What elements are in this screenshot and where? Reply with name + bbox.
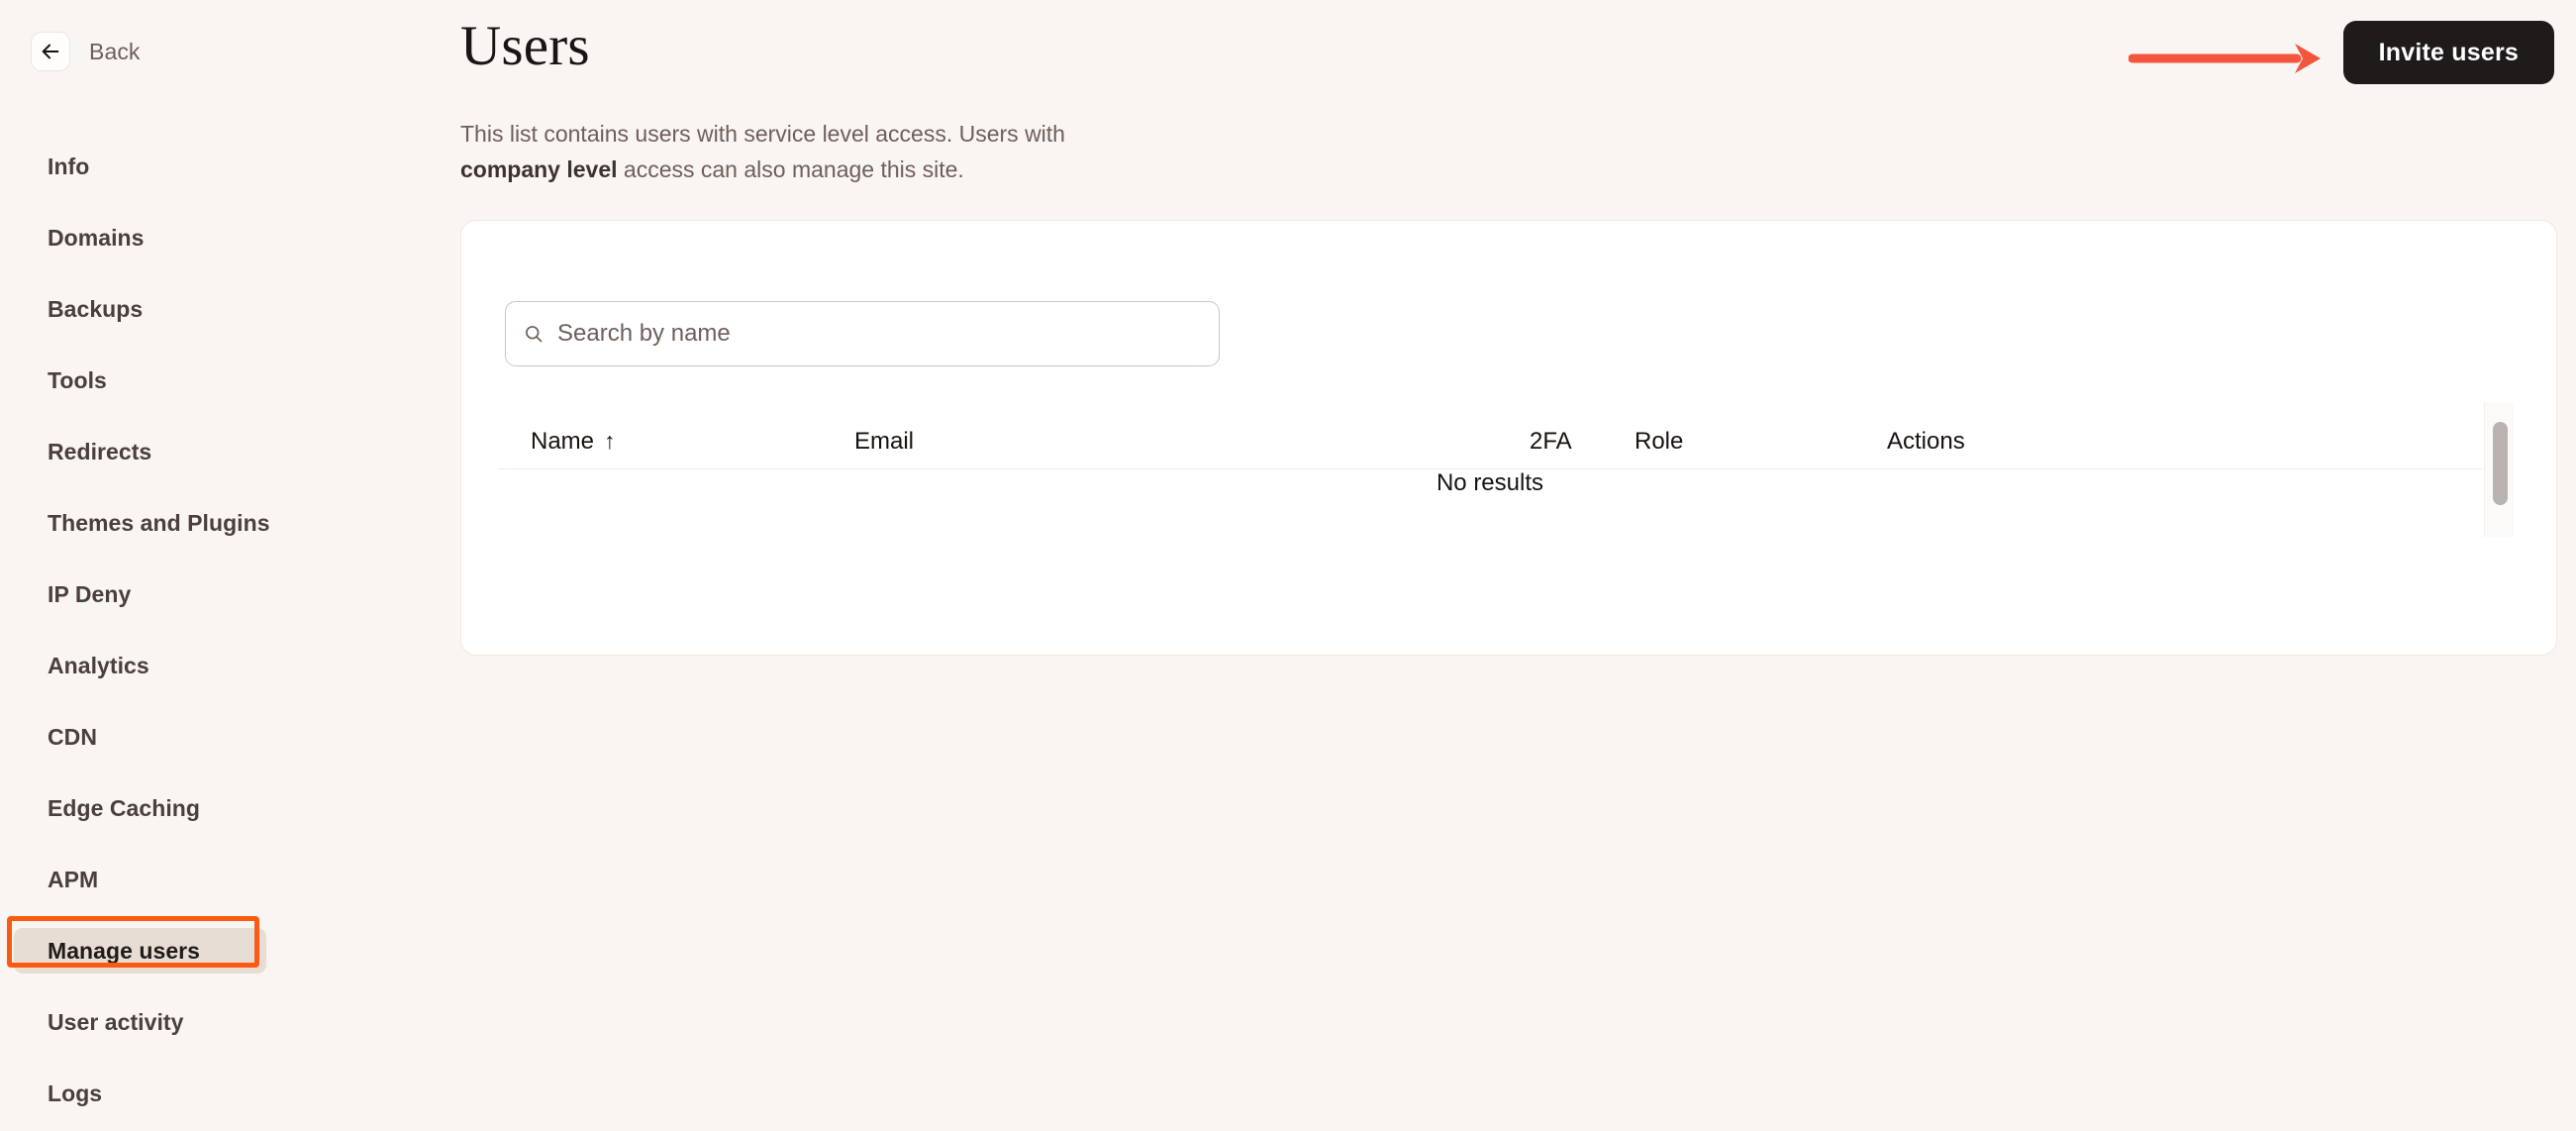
- sidebar-item-label: Themes and Plugins: [48, 509, 270, 536]
- column-header-role[interactable]: Role: [1635, 428, 1683, 456]
- sidebar-item-label: Info: [48, 153, 90, 179]
- page-description: This list contains users with service le…: [460, 116, 1143, 187]
- sidebar-item-domains[interactable]: Domains: [0, 215, 460, 260]
- sidebar-item-label: Analytics: [48, 652, 149, 678]
- sidebar-item-tools[interactable]: Tools: [0, 358, 460, 403]
- sidebar-item-analytics[interactable]: Analytics: [0, 643, 460, 688]
- column-header-2fa[interactable]: 2FA: [1530, 428, 1572, 456]
- table-scrollbar[interactable]: [2484, 402, 2514, 537]
- column-header-label: Name: [531, 428, 595, 455]
- sidebar-item-user-activity[interactable]: User activity: [0, 999, 460, 1045]
- sidebar-item-cdn[interactable]: CDN: [0, 714, 460, 760]
- arrow-left-icon: [40, 41, 61, 62]
- sidebar-item-label: Logs: [48, 1080, 103, 1106]
- sidebar-item-themes-and-plugins[interactable]: Themes and Plugins: [0, 500, 460, 546]
- annotation-arrow-icon: [2129, 44, 2321, 73]
- sidebar-item-label: IP Deny: [48, 580, 132, 607]
- users-card: Name ↑ Email 2FA Role Actions No results: [460, 220, 2557, 656]
- column-header-label: 2FA: [1530, 428, 1572, 455]
- page-description-part1: This list contains users with service le…: [460, 121, 1065, 147]
- search-field[interactable]: [505, 301, 1220, 366]
- sidebar-item-label: APM: [48, 866, 99, 892]
- sidebar-item-manage-users[interactable]: Manage users: [14, 928, 266, 974]
- sidebar-item-label: User activity: [48, 1008, 184, 1035]
- sidebar-item-edge-caching[interactable]: Edge Caching: [0, 785, 460, 831]
- sidebar-item-backups[interactable]: Backups: [0, 286, 460, 332]
- sidebar-item-label: Backups: [48, 295, 144, 322]
- table-scrollbar-thumb[interactable]: [2493, 422, 2508, 505]
- page-title: Users: [460, 15, 590, 77]
- sidebar: Back Info Domains Backups Tools Redirect…: [0, 0, 460, 1131]
- users-table: Name ↑ Email 2FA Role Actions: [498, 402, 2482, 469]
- sidebar-item-logs[interactable]: Logs: [0, 1071, 460, 1116]
- back-navigation[interactable]: Back: [31, 32, 141, 71]
- sidebar-item-info[interactable]: Info: [0, 144, 460, 189]
- sidebar-item-ip-deny[interactable]: IP Deny: [0, 571, 460, 617]
- sidebar-item-label: Domains: [48, 224, 145, 251]
- sidebar-item-label: Redirects: [48, 438, 152, 464]
- page-description-part2: access can also manage this site.: [617, 156, 964, 182]
- column-header-label: Actions: [1887, 428, 1965, 455]
- column-header-label: Email: [854, 428, 915, 455]
- table-header-row: Name ↑ Email 2FA Role Actions: [498, 402, 2482, 469]
- back-button[interactable]: [31, 32, 70, 71]
- sidebar-item-label: Manage users: [48, 937, 200, 964]
- sidebar-item-label: CDN: [48, 723, 97, 750]
- column-header-name[interactable]: Name ↑: [531, 428, 616, 456]
- page-description-emphasis: company level: [460, 156, 618, 182]
- arrow-up-icon: ↑: [604, 428, 616, 454]
- empty-state-message: No results: [1436, 469, 1544, 496]
- search-icon: [524, 324, 544, 344]
- column-header-email[interactable]: Email: [854, 428, 914, 456]
- back-label[interactable]: Back: [89, 39, 141, 65]
- column-header-actions: Actions: [1887, 428, 1965, 456]
- sidebar-item-label: Tools: [48, 366, 107, 393]
- sidebar-item-apm[interactable]: APM: [0, 857, 460, 902]
- column-header-label: Role: [1635, 428, 1684, 455]
- sidebar-nav: Info Domains Backups Tools Redirects The…: [0, 144, 460, 1131]
- users-page: Back Info Domains Backups Tools Redirect…: [0, 0, 2576, 1131]
- sidebar-item-label: Edge Caching: [48, 794, 200, 821]
- invite-users-button[interactable]: Invite users: [2342, 21, 2554, 84]
- search-input[interactable]: [557, 320, 1201, 348]
- sidebar-item-redirects[interactable]: Redirects: [0, 429, 460, 474]
